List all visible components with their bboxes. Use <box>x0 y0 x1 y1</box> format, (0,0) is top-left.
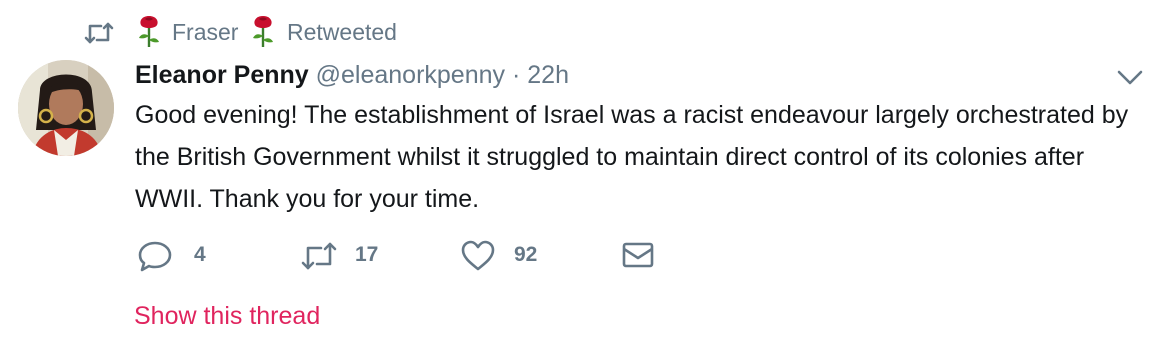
chevron-down-icon[interactable] <box>1116 66 1144 88</box>
retweeted-label: Retweeted <box>287 19 397 45</box>
retweet-count: 17 <box>355 243 379 266</box>
user-handle[interactable]: @eleanorkpenny <box>316 61 505 89</box>
like-count: 92 <box>514 243 538 266</box>
show-thread-link[interactable]: Show this thread <box>134 302 320 331</box>
retweeter-name[interactable]: Fraser <box>172 19 238 46</box>
separator-dot: · <box>511 61 521 89</box>
rose-emoji-icon <box>139 16 159 47</box>
reply-icon[interactable] <box>137 240 173 272</box>
retweet-context-icon <box>84 22 114 44</box>
timestamp[interactable]: 22h <box>527 61 569 89</box>
display-name[interactable]: Eleanor Penny <box>135 61 309 89</box>
retweet-icon[interactable] <box>299 240 339 272</box>
reply-count: 4 <box>194 243 206 266</box>
heart-icon[interactable] <box>460 240 496 272</box>
mail-icon[interactable] <box>622 240 654 270</box>
avatar-image <box>18 60 114 156</box>
tweet-header: Eleanor Penny @eleanorkpenny · 22h <box>135 60 569 90</box>
tweet-text: Good evening! The establishment of Israe… <box>135 101 1129 213</box>
avatar[interactable] <box>18 60 114 156</box>
rose-emoji-icon <box>253 16 273 47</box>
